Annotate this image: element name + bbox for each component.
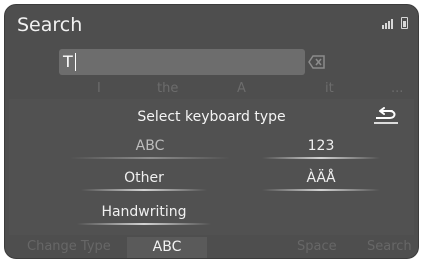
keyboard-option-accented[interactable]: ÀÄÅ bbox=[251, 165, 391, 191]
back-icon[interactable] bbox=[370, 107, 400, 127]
current-type-button[interactable]: ABC bbox=[127, 237, 207, 258]
prediction-row: I the A it ... bbox=[75, 81, 415, 99]
more-predictions[interactable]: ... bbox=[391, 81, 403, 96]
search-input[interactable]: T bbox=[59, 49, 305, 75]
screen: Search T I the A it ... Select keyboard … bbox=[4, 4, 419, 259]
status-indicators bbox=[382, 17, 408, 29]
prediction-item[interactable]: A bbox=[237, 81, 246, 96]
space-button[interactable]: Space bbox=[297, 239, 337, 254]
keyboard-option-123[interactable]: 123 bbox=[251, 133, 391, 159]
prediction-item[interactable]: I bbox=[97, 81, 101, 96]
change-type-button[interactable]: Change Type bbox=[27, 239, 111, 254]
prediction-item[interactable]: it bbox=[325, 81, 334, 96]
search-input-text: T bbox=[63, 52, 73, 71]
signal-icon bbox=[385, 23, 387, 29]
signal-icon bbox=[391, 19, 393, 29]
signal-icon bbox=[388, 21, 390, 29]
prediction-item[interactable]: the bbox=[157, 81, 178, 96]
search-button[interactable]: Search bbox=[367, 239, 412, 254]
text-cursor bbox=[75, 53, 76, 71]
backspace-icon[interactable] bbox=[308, 55, 326, 69]
dialog-title: Select keyboard type bbox=[137, 109, 286, 125]
keyboard-type-dialog: Select keyboard type ABC 123 Other ÀÄÅ H… bbox=[9, 99, 414, 235]
keyboard-option-abc[interactable]: ABC bbox=[55, 133, 245, 159]
bottom-bar: Change Type ABC Space Search bbox=[5, 237, 418, 258]
page-title: Search bbox=[17, 14, 83, 36]
keyboard-option-other[interactable]: Other bbox=[69, 165, 219, 191]
battery-icon bbox=[401, 17, 408, 29]
signal-icon bbox=[382, 25, 384, 29]
keyboard-option-handwriting[interactable]: Handwriting bbox=[64, 199, 224, 225]
